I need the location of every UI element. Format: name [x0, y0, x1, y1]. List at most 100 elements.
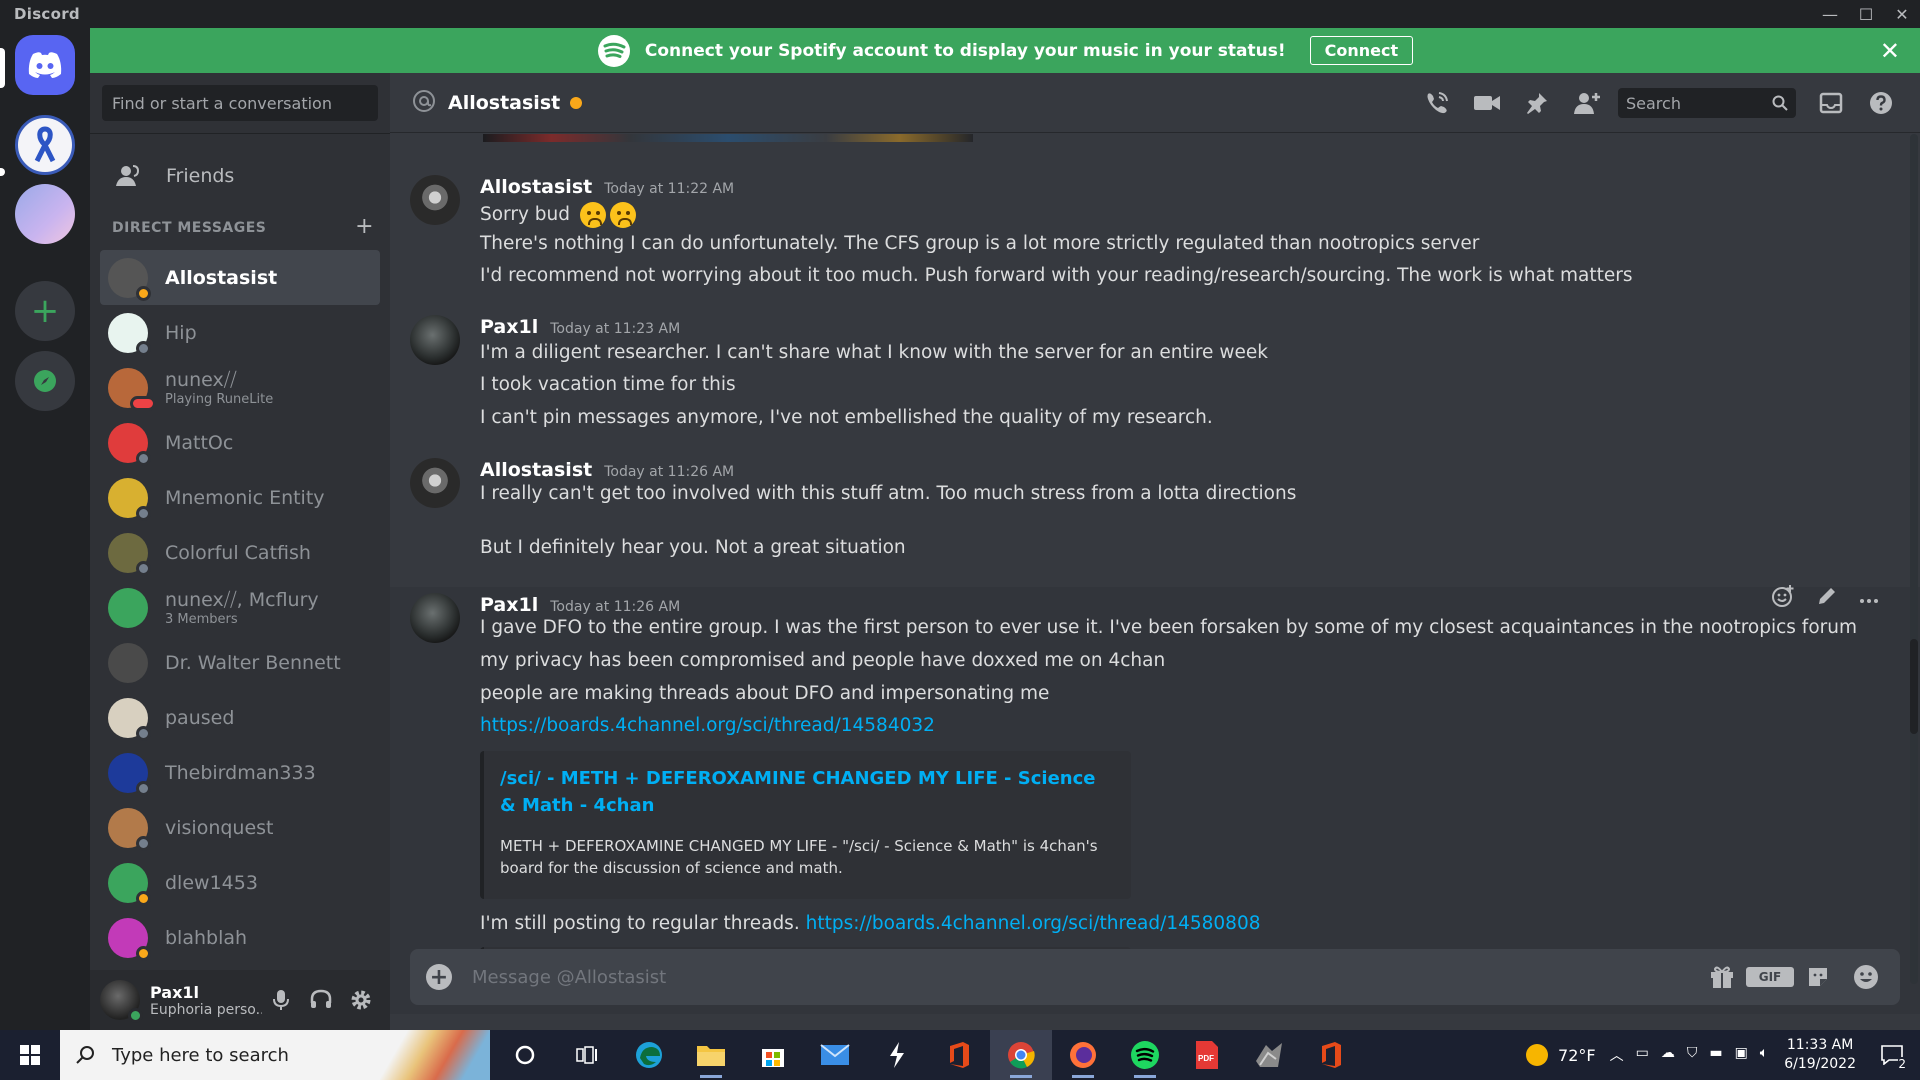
home-button[interactable]: [15, 35, 75, 95]
banner-close-button[interactable]: ✕: [1880, 37, 1900, 65]
author-avatar[interactable]: [410, 315, 460, 365]
close-window-button[interactable]: ✕: [1884, 0, 1920, 28]
message-text: But I definitely hear you. Not a great s…: [480, 537, 906, 558]
presence-status-icon: [136, 560, 151, 576]
edge-taskbar-button[interactable]: [618, 1030, 680, 1080]
dm-item[interactable]: MattOc: [100, 415, 380, 470]
presence-status-icon: [136, 725, 151, 741]
edit-message-button[interactable]: [1817, 586, 1837, 610]
minimize-button[interactable]: —: [1812, 0, 1848, 28]
author-name[interactable]: Allostasist: [480, 176, 592, 198]
cortana-button[interactable]: [494, 1030, 556, 1080]
security-icon[interactable]: ⛉: [1687, 1045, 1698, 1065]
taskbar-search-input[interactable]: Type here to search: [60, 1030, 490, 1080]
author-name[interactable]: Pax1l: [480, 316, 538, 338]
add-reaction-button[interactable]: [1771, 584, 1795, 612]
dm-item[interactable]: paused: [100, 690, 380, 745]
server-icon[interactable]: [15, 115, 75, 175]
message-input[interactable]: Message @Allostasist: [472, 967, 666, 988]
composer-tools: GIF: [1698, 949, 1890, 1005]
sticker-button[interactable]: [1794, 965, 1842, 989]
add-friends-to-dm-button[interactable]: [1562, 91, 1612, 115]
find-conversation-input[interactable]: Find or start a conversation: [102, 85, 378, 121]
show-hidden-icons-button[interactable]: ︿: [1610, 1045, 1624, 1065]
dm-item[interactable]: Dr. Walter Bennett: [100, 635, 380, 690]
lightning-icon: [890, 1042, 904, 1068]
pinned-messages-button[interactable]: [1512, 91, 1562, 115]
dm-item[interactable]: Colorful Catfish: [100, 525, 380, 580]
maximize-button[interactable]: ☐: [1848, 0, 1884, 28]
weather-widget[interactable]: 72°F: [1526, 1044, 1596, 1066]
dm-item[interactable]: nunex⧸⧸ Playing RuneLite: [100, 360, 380, 415]
explore-servers-button[interactable]: [15, 351, 75, 411]
add-server-button[interactable]: +: [15, 281, 75, 341]
start-button[interactable]: [0, 1030, 60, 1080]
deafen-button[interactable]: [306, 989, 336, 1011]
inbox-button[interactable]: [1806, 92, 1856, 114]
app-taskbar-button[interactable]: [866, 1030, 928, 1080]
user-names[interactable]: Pax1l Euphoria perso...: [150, 983, 262, 1018]
office-taskbar-button-2[interactable]: [1300, 1030, 1362, 1080]
thread-link[interactable]: https://boards.4channel.org/sci/thread/1…: [806, 913, 1261, 934]
task-view-button[interactable]: [556, 1030, 618, 1080]
user-settings-button[interactable]: [346, 989, 376, 1011]
office-taskbar-button[interactable]: [928, 1030, 990, 1080]
avatar: [108, 752, 151, 796]
dm-item[interactable]: dlew1453: [100, 855, 380, 910]
emoji-button[interactable]: [1842, 964, 1890, 990]
video-call-button[interactable]: [1462, 93, 1512, 113]
dm-item[interactable]: Thebirdman333: [100, 745, 380, 800]
network-icon[interactable]: ▣: [1735, 1045, 1748, 1065]
dm-name: Colorful Catfish: [165, 541, 311, 564]
volume-icon[interactable]: 🔈︎: [1760, 1045, 1768, 1065]
previous-attachment-image[interactable]: [483, 134, 973, 142]
clock[interactable]: 11:33 AM 6/19/2022: [1784, 1036, 1856, 1074]
dm-item[interactable]: Allostasist: [100, 250, 380, 305]
store-taskbar-button[interactable]: [742, 1030, 804, 1080]
dm-item[interactable]: Mnemonic Entity: [100, 470, 380, 525]
presence-status-icon: [136, 505, 151, 521]
dm-item[interactable]: nunex⧸⧸, Mcflury 3 Members: [100, 580, 380, 635]
embed-title[interactable]: /sci/ - METH + DEFEROXAMINE CHANGED MY L…: [500, 765, 1110, 819]
inbox-icon: [1819, 92, 1843, 114]
mail-taskbar-button[interactable]: [804, 1030, 866, 1080]
voice-call-button[interactable]: [1412, 90, 1462, 116]
author-avatar[interactable]: [410, 593, 460, 643]
battery-icon[interactable]: ▬: [1709, 1045, 1722, 1065]
search-input[interactable]: Search: [1618, 88, 1796, 118]
dm-item[interactable]: blahblah: [100, 910, 380, 965]
thread-link[interactable]: https://boards.4channel.org/sci/thread/1…: [480, 715, 935, 736]
direct-messages-header: DIRECT MESSAGES +: [112, 214, 382, 239]
dm-item[interactable]: visionquest: [100, 800, 380, 855]
meet-now-icon[interactable]: ▭: [1636, 1045, 1649, 1065]
chrome-taskbar-button[interactable]: [990, 1030, 1052, 1080]
help-button[interactable]: [1856, 91, 1906, 115]
firefox-taskbar-button[interactable]: [1052, 1030, 1114, 1080]
group-avatar-icon: [108, 587, 148, 628]
mute-button[interactable]: [266, 989, 296, 1011]
more-options-button[interactable]: [1859, 589, 1879, 608]
friends-nav-item[interactable]: Friends: [100, 153, 380, 199]
file-explorer-taskbar-button[interactable]: [680, 1030, 742, 1080]
dm-item[interactable]: Hip: [100, 305, 380, 360]
upload-button[interactable]: +: [426, 964, 452, 990]
onedrive-icon[interactable]: ☁: [1661, 1045, 1675, 1065]
author-name[interactable]: Pax1l: [480, 594, 538, 616]
author-name[interactable]: Allostasist: [480, 459, 592, 481]
gif-button[interactable]: GIF: [1746, 967, 1794, 987]
office-icon: [1322, 1042, 1341, 1068]
scrollbar-track[interactable]: [1910, 134, 1918, 984]
create-dm-button[interactable]: +: [355, 214, 374, 239]
server-icon[interactable]: [15, 184, 75, 244]
pdf-reader-taskbar-button[interactable]: PDF: [1176, 1030, 1238, 1080]
add-reaction-icon: [1772, 585, 1794, 607]
game-taskbar-button[interactable]: [1238, 1030, 1300, 1080]
spotify-taskbar-button[interactable]: [1114, 1030, 1176, 1080]
author-avatar[interactable]: [410, 458, 460, 508]
gift-button[interactable]: [1698, 964, 1746, 990]
user-avatar[interactable]: [100, 980, 143, 1023]
notifications-button[interactable]: 2: [1872, 1045, 1912, 1071]
scrollbar-thumb[interactable]: [1910, 639, 1918, 734]
author-avatar[interactable]: [410, 175, 460, 225]
connect-button[interactable]: Connect: [1309, 36, 1414, 65]
